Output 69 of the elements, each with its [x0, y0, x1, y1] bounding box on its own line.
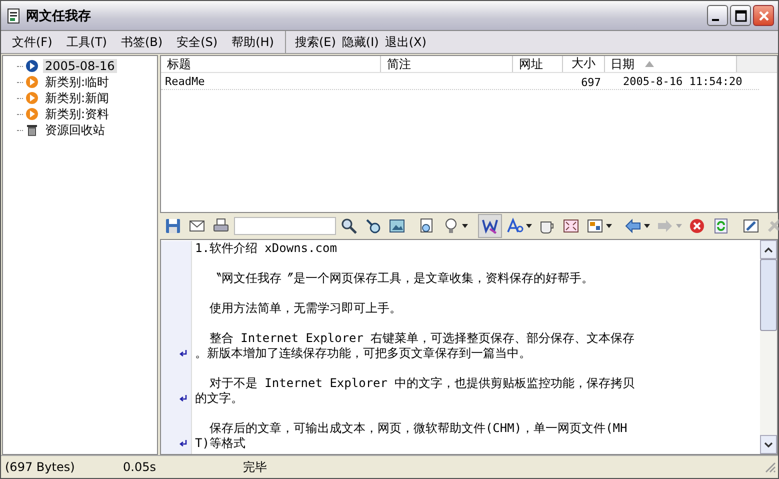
window-title: 网文任我存: [26, 8, 92, 24]
text-line: 1.软件介绍 xDowns.com: [195, 241, 337, 256]
table-cell: 2005-8-16 11:54:20: [623, 74, 742, 88]
menu-item[interactable]: 安全(S): [170, 34, 225, 50]
tree-item[interactable]: 2005-08-16: [43, 59, 117, 73]
column-header[interactable]: 标题: [161, 56, 381, 72]
layout-icon[interactable]: [586, 217, 604, 235]
picture-icon[interactable]: [388, 217, 406, 235]
text-line: 整合 Internet Explorer 右键菜单，可选择整页保存、部分保存、文本保存: [208, 331, 635, 346]
status-text: (697 Bytes): [5, 460, 75, 474]
menu-item[interactable]: 帮助(H): [224, 34, 281, 50]
caret-icon[interactable]: [644, 224, 650, 228]
scroll-thumb[interactable]: [760, 259, 777, 331]
header-filler: [736, 56, 777, 72]
magnifier-icon[interactable]: [364, 217, 382, 235]
letter-w-icon[interactable]: [481, 217, 499, 235]
maximize-icon: [734, 10, 746, 22]
play-circle-icon: [25, 75, 39, 89]
text-line: 使用方法简单，无需学习即可上手。: [208, 301, 402, 316]
column-header[interactable]: 网址: [513, 56, 563, 72]
column-header[interactable]: 大小: [563, 56, 604, 72]
menu-item[interactable]: 退出(X): [382, 34, 430, 50]
maximize-button[interactable]: [730, 5, 751, 26]
minimize-button[interactable]: [707, 5, 728, 26]
back-arrow-icon[interactable]: [624, 217, 642, 235]
menu-item[interactable]: 搜索(E): [292, 34, 339, 50]
scroll-up-icon[interactable]: [764, 246, 773, 252]
status-text: 0.05s: [123, 460, 156, 474]
document-icon: [6, 8, 22, 24]
search-icon[interactable]: [340, 217, 358, 235]
close-icon: [758, 10, 770, 22]
table-row[interactable]: ReadMe 697 2005-8-16 11:54:20: [161, 73, 759, 90]
menu-item[interactable]: 隐藏(I): [338, 34, 382, 50]
tree-item[interactable]: 新类别:新闻: [43, 90, 112, 106]
menu-item[interactable]: 工具(T): [59, 34, 114, 50]
trash-icon: [25, 123, 39, 137]
text-line: 对于不是 Internet Explorer 中的文字，也提供剪贴板监控功能，保存拷贝: [208, 376, 635, 391]
menu-item[interactable]: 文件(F): [5, 34, 60, 50]
table-cell: 697: [581, 76, 601, 89]
pencil-icon[interactable]: [742, 217, 760, 235]
text-line: 的文字。: [195, 391, 243, 406]
search-field[interactable]: [234, 217, 336, 235]
text-line: 〝网文任我存〞是一个网页保存工具，是文章收集，资料保存的好帮手。: [208, 271, 594, 286]
scroll-down-icon[interactable]: [764, 442, 773, 448]
tree-item[interactable]: 新类别:临时: [43, 74, 112, 90]
minimize-icon: [712, 18, 719, 20]
caret-icon[interactable]: [462, 224, 468, 228]
close-button[interactable]: [753, 5, 774, 26]
fullscreen-icon[interactable]: [562, 217, 580, 235]
tools-icon[interactable]: [766, 217, 779, 235]
play-circle-icon: [25, 91, 39, 105]
resize-grip-icon[interactable]: [764, 461, 776, 473]
tree-item[interactable]: 资源回收站: [43, 122, 107, 138]
caret-icon[interactable]: [526, 224, 532, 228]
table-cell: ReadMe: [165, 74, 205, 88]
menu-item[interactable]: 书签(B): [114, 34, 170, 50]
play-circle-icon: [25, 107, 39, 121]
text-line: 保存后的文章，可输出成文本，网页，微软帮助文件(CHM)，单一网页文件(MH: [208, 421, 628, 436]
caret-icon[interactable]: [606, 224, 612, 228]
text-line: T)等格式: [195, 436, 246, 451]
play-circle-icon: [25, 59, 39, 73]
tree-item[interactable]: 新类别:资料: [43, 106, 112, 122]
text-line: 。新版本增加了连续保存功能，可把多页文章保存到一篇当中。: [195, 346, 531, 361]
stop-icon[interactable]: [688, 217, 706, 235]
column-header[interactable]: 简注: [381, 56, 513, 72]
status-text: 完毕: [243, 460, 267, 474]
scrollbar[interactable]: [760, 240, 777, 454]
refresh-icon[interactable]: [712, 217, 730, 235]
font-icon[interactable]: [506, 217, 524, 235]
